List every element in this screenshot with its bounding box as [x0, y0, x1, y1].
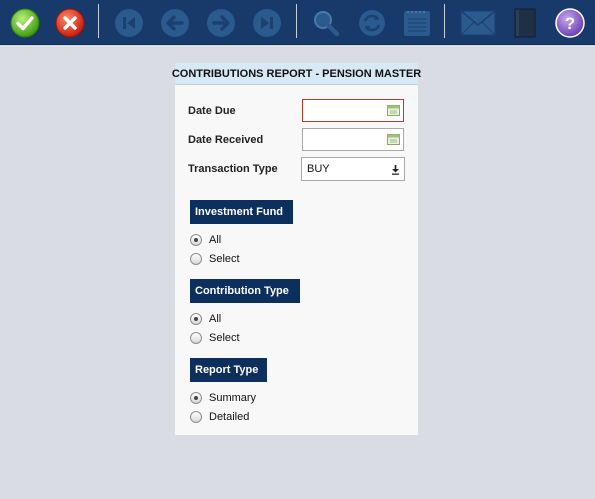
cancel-button[interactable]	[55, 8, 85, 38]
report-panel: CONTRIBUTIONS REPORT - PENSION MASTER Da…	[172, 63, 421, 435]
notes-button[interactable]	[402, 8, 432, 38]
book-button[interactable]	[510, 8, 540, 38]
svg-text:?: ?	[565, 14, 575, 33]
option-label: Select	[209, 253, 240, 265]
radio-button[interactable]	[190, 332, 202, 344]
email-button[interactable]	[460, 8, 496, 38]
radio-button[interactable]	[190, 411, 202, 423]
investment-fund-header: Investment Fund	[190, 200, 293, 224]
toolbar-divider	[444, 4, 445, 38]
refresh-button[interactable]	[357, 8, 387, 38]
last-record-button[interactable]	[252, 8, 282, 38]
date-received-label: Date Received	[188, 134, 264, 146]
first-icon	[115, 9, 143, 37]
radio-button[interactable]	[190, 392, 202, 404]
next-icon	[207, 9, 235, 37]
radio-button[interactable]	[190, 234, 202, 246]
report-type-header: Report Type	[190, 358, 267, 382]
toolbar: ?	[0, 0, 595, 45]
investment-fund-select-option[interactable]: Select	[190, 251, 240, 267]
notepad-icon	[404, 11, 430, 36]
calendar-icon[interactable]	[387, 134, 400, 145]
search-button[interactable]	[311, 8, 341, 38]
toolbar-divider	[296, 4, 297, 38]
contribution-type-header: Contribution Type	[190, 279, 300, 303]
book-icon	[514, 8, 536, 38]
previous-icon	[161, 9, 189, 37]
date-due-field[interactable]	[302, 99, 404, 122]
ok-button[interactable]	[10, 8, 40, 38]
investment-fund-all-option[interactable]: All	[190, 232, 221, 248]
cancel-icon	[55, 8, 85, 38]
contribution-type-select-option[interactable]: Select	[190, 330, 240, 346]
transaction-type-select[interactable]: BUY	[301, 157, 405, 181]
calendar-icon[interactable]	[387, 105, 400, 116]
panel-title: CONTRIBUTIONS REPORT - PENSION MASTER	[172, 63, 421, 85]
check-icon	[10, 8, 40, 38]
radio-button[interactable]	[190, 253, 202, 265]
toolbar-divider	[98, 4, 99, 38]
report-type-summary-option[interactable]: Summary	[190, 390, 256, 406]
contribution-type-all-option[interactable]: All	[190, 311, 221, 327]
search-icon	[314, 11, 340, 37]
last-icon	[253, 9, 281, 37]
first-record-button[interactable]	[114, 8, 144, 38]
previous-record-button[interactable]	[160, 8, 190, 38]
help-button[interactable]: ?	[555, 8, 585, 38]
option-label: Summary	[209, 392, 257, 404]
transaction-type-value: BUY	[307, 163, 330, 175]
option-label: Detailed	[209, 411, 250, 423]
date-received-field[interactable]	[302, 128, 404, 151]
mail-icon	[460, 10, 496, 36]
radio-button[interactable]	[190, 313, 202, 325]
date-due-label: Date Due	[188, 105, 236, 117]
report-type-detailed-option[interactable]: Detailed	[190, 409, 249, 425]
help-icon: ?	[555, 8, 585, 38]
transaction-type-label: Transaction Type	[188, 163, 278, 175]
refresh-icon	[359, 10, 385, 36]
dropdown-arrow-icon	[392, 165, 399, 175]
option-label: Select	[209, 332, 240, 344]
next-record-button[interactable]	[206, 8, 236, 38]
option-label: All	[209, 234, 222, 246]
option-label: All	[209, 313, 222, 325]
